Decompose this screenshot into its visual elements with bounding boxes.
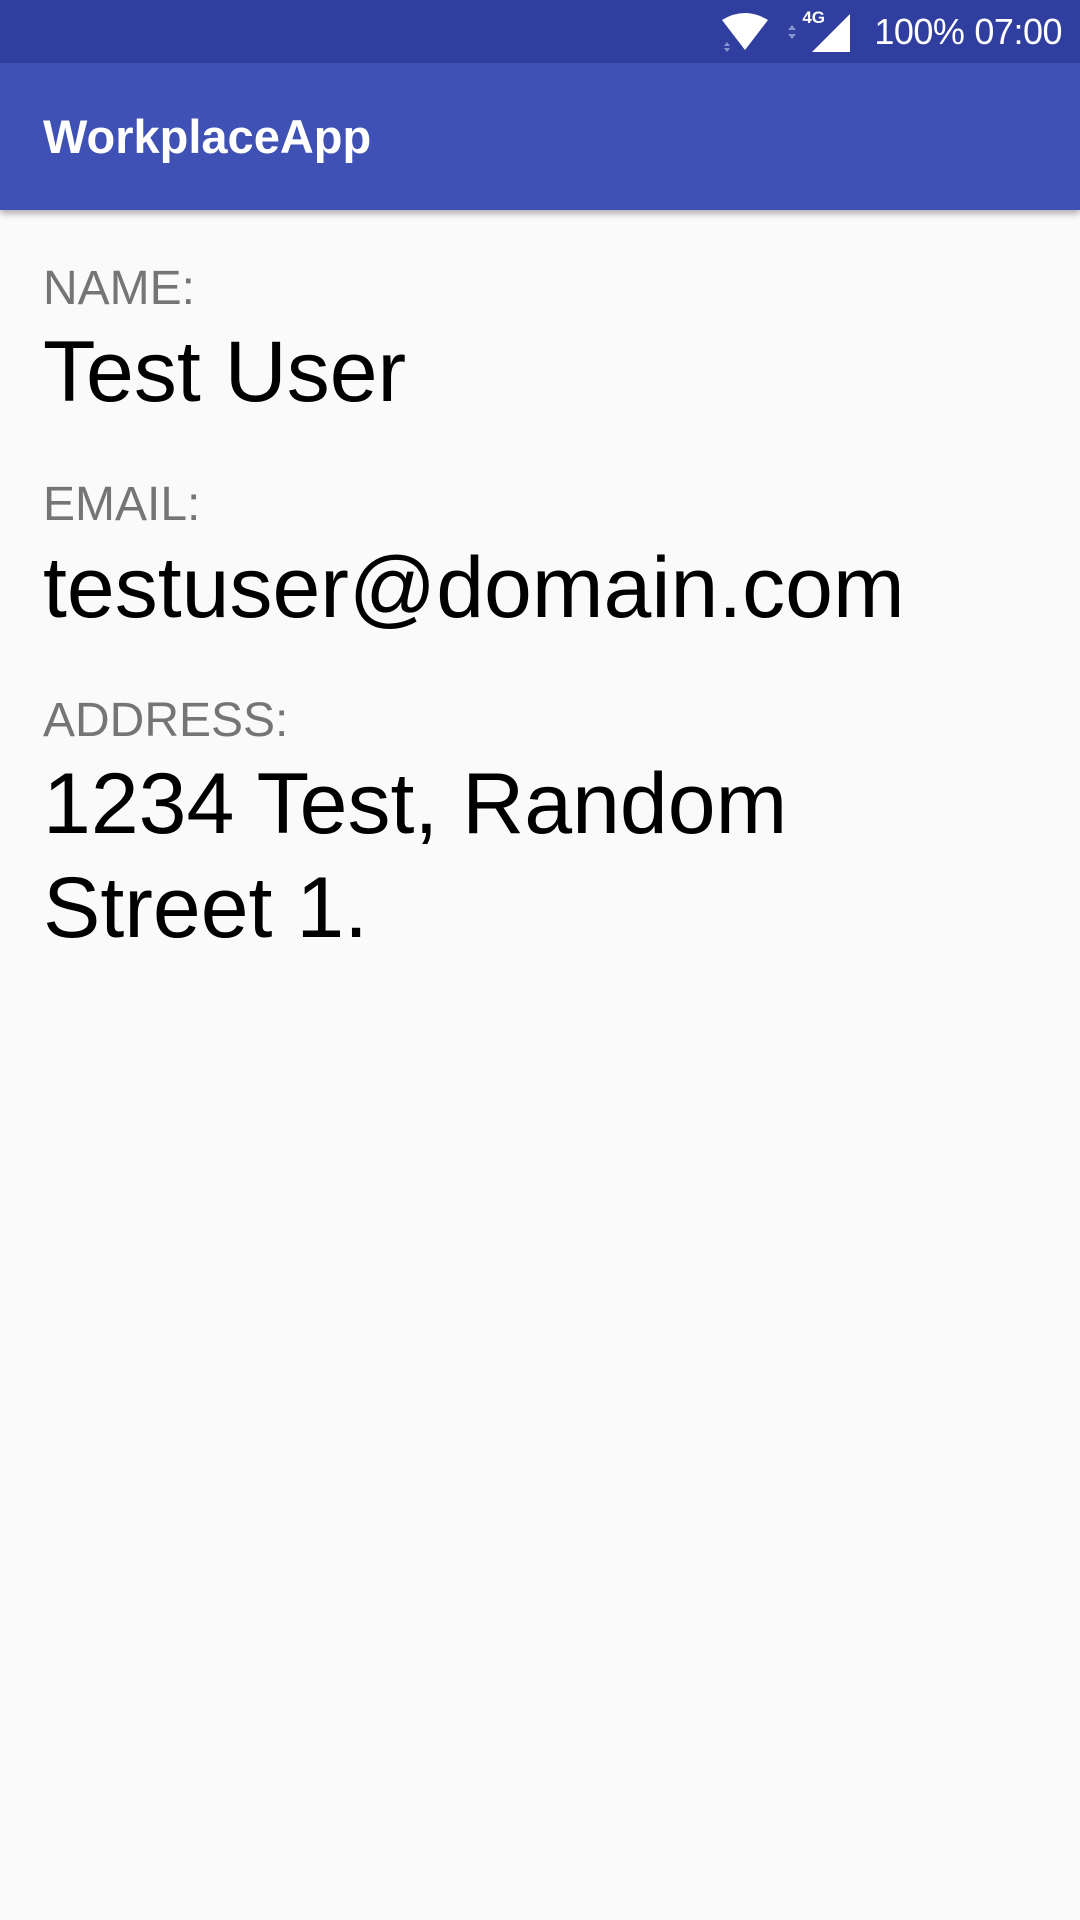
app-title: WorkplaceApp	[43, 110, 372, 163]
email-value: testuser@domain.com	[43, 540, 905, 636]
clock: 07:00	[974, 10, 1062, 52]
address-label: ADDRESS:	[43, 694, 289, 747]
address-value: 1234 Test, Random Street 1.	[43, 752, 1043, 960]
wifi-icon	[722, 12, 769, 52]
address-line-1: 1234 Test, Random	[43, 756, 788, 852]
cell-signal-icon: 4G	[786, 7, 852, 54]
name-label: NAME:	[43, 262, 196, 315]
email-label: EMAIL:	[43, 478, 201, 531]
profile-details: NAME: Test User EMAIL: testuser@domain.c…	[43, 258, 1043, 960]
status-bar: 4G 100% 07:00	[0, 0, 1080, 63]
status-icons: 4G 100% 07:00	[720, 0, 1062, 63]
battery-percentage: 100%	[874, 10, 965, 52]
name-value: Test User	[43, 324, 407, 420]
app-bar: WorkplaceApp	[0, 63, 1080, 210]
address-line-2: Street 1.	[43, 860, 369, 956]
network-type-label: 4G	[802, 7, 826, 27]
